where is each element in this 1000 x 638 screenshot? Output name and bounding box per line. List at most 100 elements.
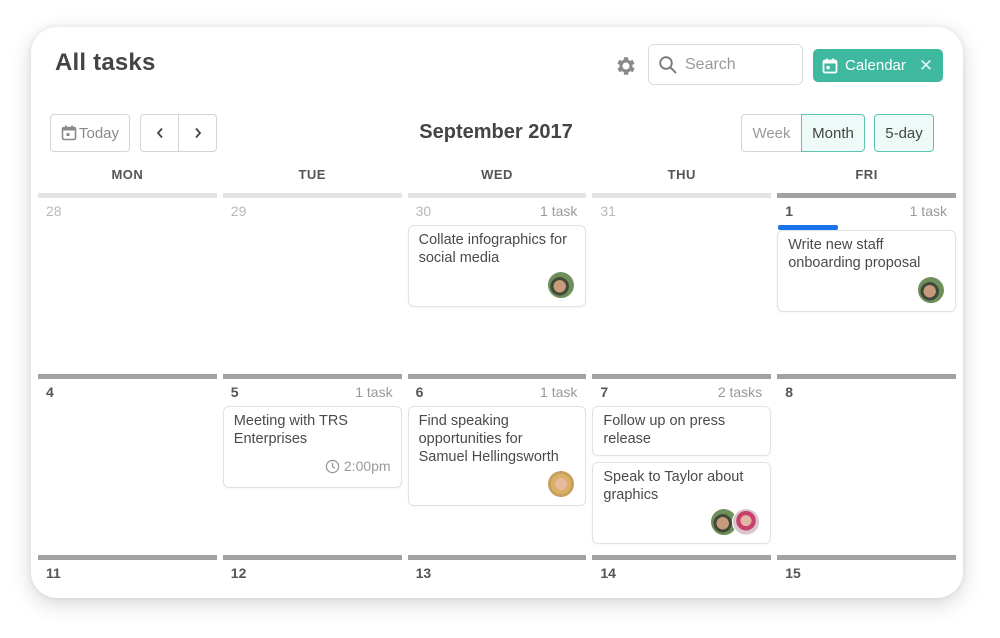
calendar-week-row: 11 12 13 14 15 [35,555,959,581]
avatar[interactable] [916,276,945,304]
task-title: Speak to Taylor about graphics [603,469,744,503]
day-header: 11 [37,560,218,581]
task-count: 2 tasks [717,384,763,400]
calendar-grid: MON TUE WED THU FRI 28 29 30 1 task Coll… [35,165,959,581]
clock-icon [325,459,340,473]
task-time-label: 2:00pm [343,458,391,474]
calendar-week-row: 4 5 1 task Meeting with TRS Enterprises … [35,374,959,544]
day-cell[interactable]: 28 [35,193,220,312]
task-card[interactable]: Speak to Taylor about graphics [592,462,772,544]
today-button[interactable]: Today [50,114,130,152]
task-time: 2:00pm [325,457,391,475]
day-number: 8 [785,384,793,400]
task-count: 1 task [355,384,393,400]
day-cell[interactable]: 11 [35,555,220,581]
search-box[interactable] [648,44,803,85]
day-number: 30 [415,203,432,219]
calendar-filter-chip[interactable]: Calendar ✕ [813,49,943,82]
chevron-right-icon [194,127,201,139]
weekday-label: TUE [298,167,326,182]
view-week-button[interactable]: Week [741,114,801,152]
calendar-week-row: 28 29 30 1 task Collate infographics for… [35,193,959,312]
day-header: 6 1 task [407,379,588,400]
task-card[interactable]: Write new staff onboarding proposal [777,225,956,312]
search-icon [659,55,677,73]
chevron-left-icon [156,127,163,139]
app-window: All tasks Calendar ✕ Today [31,27,963,598]
task-card[interactable]: Collate infographics for social media [407,225,587,307]
day-header: 7 2 tasks [591,379,772,400]
task-card[interactable]: Find speaking opportunities for Samuel H… [407,406,587,506]
task-title: Find speaking opportunities for Samuel H… [418,413,559,465]
day-cell[interactable]: 1 1 task Write new staff onboarding prop… [774,193,959,312]
weekday-label: THU [667,167,696,182]
day-cell[interactable]: 4 [35,374,220,544]
calendar-icon [61,125,77,141]
view-switcher: Week Month 5-day [741,114,934,152]
day-number: 1 [785,203,793,219]
task-title: Follow up on press release [603,413,726,447]
view-month-button[interactable]: Month [801,114,865,152]
day-cell[interactable]: 31 [589,193,774,312]
gear-icon[interactable] [614,54,638,78]
task-title: Write new staff onboarding proposal [788,237,921,271]
month-navigation [140,114,217,152]
day-cell[interactable]: 5 1 task Meeting with TRS Enterprises 2:… [220,374,405,544]
day-header: 1 1 task [776,198,957,219]
day-header: 4 [37,379,218,400]
prev-month-button[interactable] [141,115,179,151]
search-input[interactable] [685,55,795,74]
day-cell[interactable]: 6 1 task Find speaking opportunities for… [405,374,590,544]
task-count: 1 task [540,384,578,400]
day-number: 11 [46,565,61,581]
day-cell[interactable]: 14 [589,555,774,581]
day-number: 6 [415,384,424,400]
task-card[interactable]: Follow up on press release [592,406,772,456]
today-label: Today [78,124,120,142]
task-footer: 2:00pm [234,452,391,480]
task-card[interactable]: Meeting with TRS Enterprises 2:00pm [222,406,402,488]
next-month-button[interactable] [179,115,216,151]
day-cell[interactable]: 13 [405,555,590,581]
page-title: All tasks [55,49,156,76]
task-assignees [603,508,761,536]
view-5day-button[interactable]: 5-day [874,114,934,152]
day-cell[interactable]: 30 1 task Collate infographics for socia… [405,193,590,312]
day-header: 30 1 task [407,198,588,219]
day-cell[interactable]: 7 2 tasks Follow up on press release Spe… [589,374,774,544]
avatar[interactable] [547,271,576,299]
avatar[interactable] [547,470,576,498]
weekday-header: MON TUE WED THU FRI [35,165,959,191]
calendar-chip-label: Calendar [845,57,906,74]
day-header: 29 [222,198,403,219]
day-number: 5 [230,384,239,400]
day-number: 31 [600,203,616,219]
day-cell[interactable]: 15 [774,555,959,581]
task-assignees [419,271,576,299]
day-header: 8 [776,379,957,400]
day-number: 14 [600,565,616,581]
task-count: 1 task [540,203,578,219]
task-title: Collate infographics for social media [418,232,567,266]
weekday-label: WED [481,167,513,182]
day-number: 15 [785,565,801,581]
day-header: 13 [407,560,588,581]
day-cell[interactable]: 12 [220,555,405,581]
day-number: 4 [46,384,54,400]
day-header: 14 [591,560,772,581]
day-number: 7 [600,384,609,400]
day-number: 13 [415,565,432,581]
avatar[interactable] [732,508,761,536]
day-cell[interactable]: 29 [220,193,405,312]
day-header: 15 [776,560,957,581]
day-cell[interactable]: 8 [774,374,959,544]
close-icon[interactable]: ✕ [919,57,933,74]
day-header: 31 [591,198,772,219]
task-count: 1 task [909,203,947,219]
day-header: 5 1 task [222,379,403,400]
day-header: 28 [37,198,218,219]
day-number: 29 [230,203,247,219]
month-title: September 2017 [419,121,573,143]
weekday-label: MON [111,167,144,182]
task-accent-bar [778,225,839,230]
